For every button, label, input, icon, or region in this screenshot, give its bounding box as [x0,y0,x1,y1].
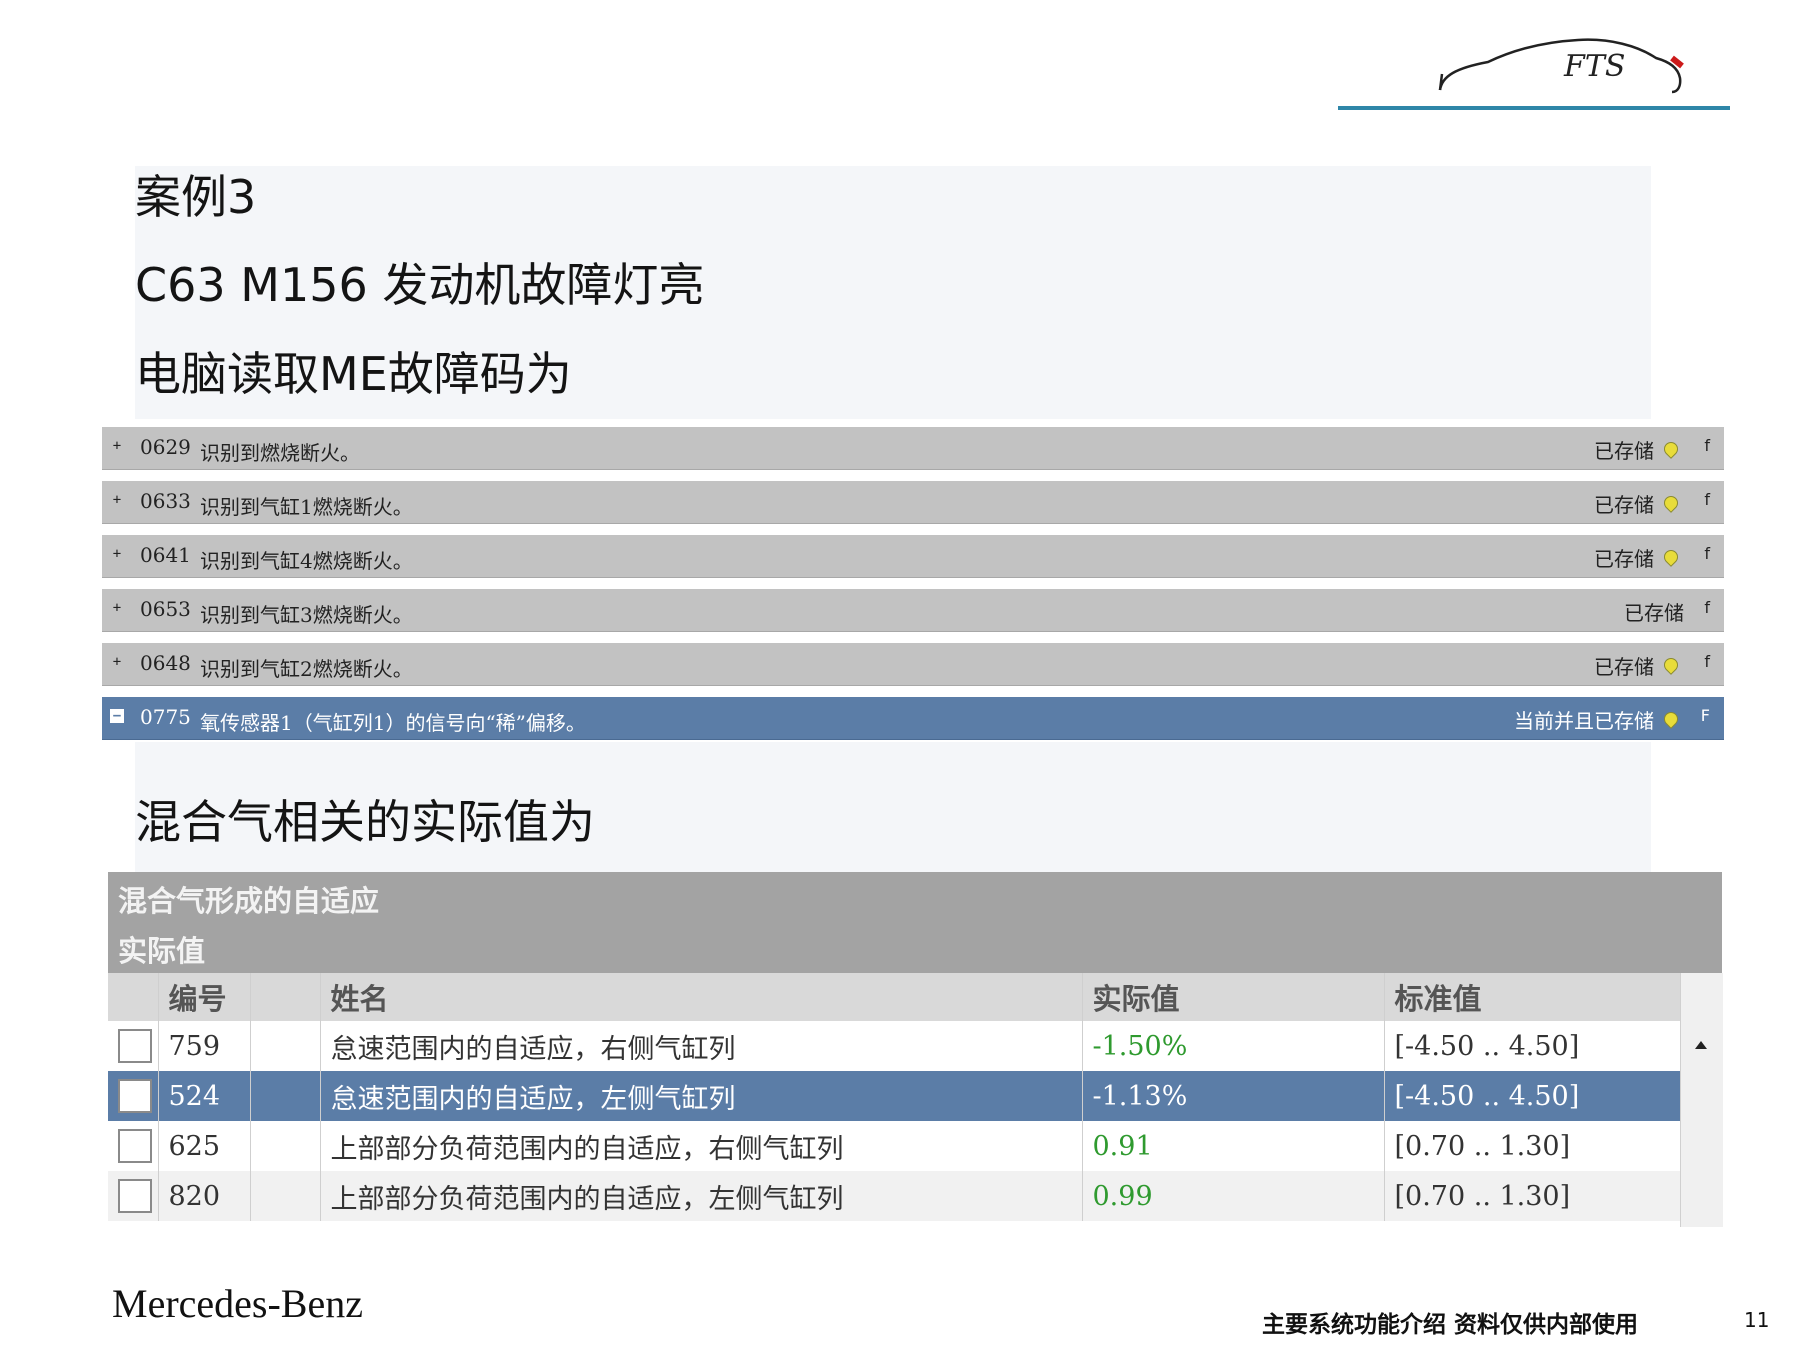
fault-status: 已存储 [1594,439,1654,463]
logo-text: FTS [1563,49,1625,84]
row-standard-value: [-4.50 .. 4.50] [1384,1021,1681,1071]
row-checkbox[interactable] [118,1179,152,1213]
row-checkbox[interactable] [118,1129,152,1163]
fault-code: 0633 [140,489,191,513]
actual-values-subtitle: 实际值 [118,934,206,968]
fault-flag: f [1704,490,1710,509]
row-number: 820 [158,1171,251,1221]
page-number: 11 [1744,1308,1770,1332]
fault-row[interactable]: + 0629 识别到燃烧断火。 已存储 f [102,427,1724,470]
lightbulb-icon [1661,547,1681,567]
vehicle-subtitle: C63 M156 发动机故障灯亮 [135,258,705,312]
table-row[interactable]: 625 上部部分负荷范围内的自适应，右侧气缸列 0.91 [0.70 .. 1.… [108,1121,1681,1171]
fault-flag: f [1704,544,1710,563]
fault-flag: f [1704,598,1710,617]
actual-values-panel: 混合气形成的自适应 实际值 编号 姓名 实际值 标准值 759 怠速范围内的自适… [108,872,1723,1227]
fault-read-line: 电脑读取ME故障码为 [135,347,572,401]
scroll-up-icon[interactable] [1695,1041,1707,1049]
row-actual-value: 0.91 [1082,1121,1385,1171]
row-actual-value: 0.99 [1082,1171,1385,1221]
standard-column-header[interactable]: 标准值 [1384,973,1681,1021]
lightbulb-icon [1661,493,1681,513]
table-row[interactable]: 759 怠速范围内的自适应，右侧气缸列 -1.50% [-4.50 .. 4.5… [108,1021,1681,1071]
fault-description: 识别到燃烧断火。 [200,441,360,465]
fault-description: 识别到气缸3燃烧断火。 [200,603,413,627]
number-column-header[interactable]: 编号 [158,973,251,1021]
actual-values-table: 编号 姓名 实际值 标准值 759 怠速范围内的自适应，右侧气缸列 -1.50%… [108,973,1681,1221]
fault-description: 氧传感器1（气缸列1）的信号向“稀”偏移。 [200,711,586,735]
actual-values-title: 混合气形成的自适应 [118,884,380,918]
fault-code: 0641 [140,543,191,567]
fault-description: 识别到气缸1燃烧断火。 [200,495,413,519]
select-column-header [108,973,159,1021]
collapse-icon[interactable]: − [110,709,124,723]
row-actual-value: -1.13% [1082,1071,1385,1121]
row-number: 759 [158,1021,251,1071]
table-header-row: 编号 姓名 实际值 标准值 [108,973,1681,1021]
fault-flag: f [1704,436,1710,455]
row-name: 怠速范围内的自适应，右侧气缸列 [320,1021,1083,1071]
fault-code: 0775 [140,705,191,729]
expand-icon[interactable]: + [110,601,124,615]
footer-note: 主要系统功能介绍 资料仅供内部使用 [1262,1312,1639,1338]
fault-description: 识别到气缸2燃烧断火。 [200,657,413,681]
row-number: 524 [158,1071,251,1121]
fault-description: 识别到气缸4燃烧断火。 [200,549,413,573]
name-column-header[interactable]: 姓名 [320,973,1083,1021]
lightbulb-icon [1661,709,1681,729]
fault-row[interactable]: + 0633 识别到气缸1燃烧断火。 已存储 f [102,481,1724,524]
row-number: 625 [158,1121,251,1171]
table-scrollbar[interactable] [1680,973,1723,1227]
row-name: 上部部分负荷范围内的自适应，右侧气缸列 [320,1121,1083,1171]
case-title: 案例3 [135,170,257,224]
expand-icon[interactable]: + [110,655,124,669]
expand-icon[interactable]: + [110,547,124,561]
table-row-selected[interactable]: 524 怠速范围内的自适应，左侧气缸列 -1.13% [-4.50 .. 4.5… [108,1071,1681,1121]
mercedes-benz-brand: Mercedes-Benz [112,1281,363,1326]
fault-status: 当前并且已存储 [1514,709,1654,733]
fault-status: 已存储 [1594,493,1654,517]
expand-icon[interactable]: + [110,493,124,507]
fault-status: 已存储 [1624,601,1684,625]
fault-row-selected[interactable]: − 0775 氧传感器1（气缸列1）的信号向“稀”偏移。 当前并且已存储 F [102,697,1724,740]
expand-icon[interactable]: + [110,439,124,453]
row-name: 上部部分负荷范围内的自适应，左侧气缸列 [320,1171,1083,1221]
row-checkbox[interactable] [118,1029,152,1063]
actual-values-line: 混合气相关的实际值为 [135,795,595,849]
spacer-column-header [250,973,321,1021]
actual-values-header: 混合气形成的自适应 实际值 [108,872,1722,973]
row-standard-value: [-4.50 .. 4.50] [1384,1071,1681,1121]
row-name: 怠速范围内的自适应，左侧气缸列 [320,1071,1083,1121]
fault-status: 已存储 [1594,547,1654,571]
fault-code: 0653 [140,597,191,621]
row-actual-value: -1.50% [1082,1021,1385,1071]
fault-row[interactable]: + 0653 识别到气缸3燃烧断火。 已存储 f [102,589,1724,632]
fault-code: 0648 [140,651,191,675]
fault-row[interactable]: + 0648 识别到气缸2燃烧断火。 已存储 f [102,643,1724,686]
row-checkbox[interactable] [118,1079,152,1113]
fault-flag: f [1704,652,1710,671]
table-row[interactable]: 820 上部部分负荷范围内的自适应，左侧气缸列 0.99 [0.70 .. 1.… [108,1171,1681,1221]
fault-row[interactable]: + 0641 识别到气缸4燃烧断火。 已存储 f [102,535,1724,578]
fault-flag: F [1700,706,1710,725]
lightbulb-icon [1661,655,1681,675]
row-standard-value: [0.70 .. 1.30] [1384,1171,1681,1221]
fault-code: 0629 [140,435,191,459]
fault-status: 已存储 [1594,655,1654,679]
lightbulb-icon [1661,439,1681,459]
fts-logo: FTS [1338,18,1730,114]
value-column-header[interactable]: 实际值 [1082,973,1385,1021]
row-standard-value: [0.70 .. 1.30] [1384,1121,1681,1171]
